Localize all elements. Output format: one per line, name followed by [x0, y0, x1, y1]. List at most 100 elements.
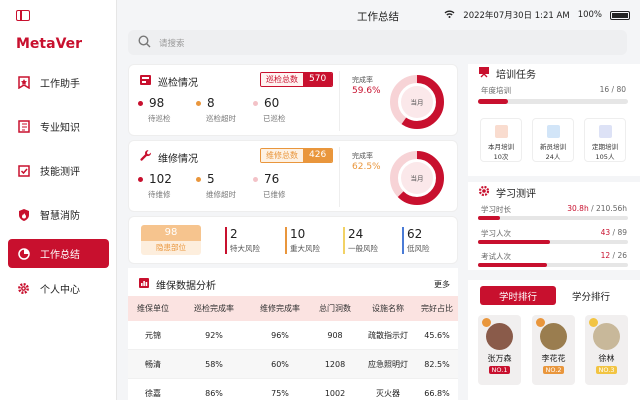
maintenance-stat-overdue: 5 维修超时: [196, 172, 236, 200]
sidebar-item-label: 智慧消防: [40, 211, 80, 222]
study-hours-progress: [478, 216, 628, 220]
sidebar-item-label: 工作助手: [40, 79, 80, 90]
annual-training-progress: [478, 99, 628, 104]
inspection-icon: [139, 73, 152, 89]
risk-extreme: 2 特大风险: [225, 227, 260, 254]
svg-text:当月: 当月: [411, 174, 424, 183]
wrench-icon: [139, 149, 152, 165]
study-count-value: 43 / 89: [600, 228, 627, 237]
tab-study-hours-rank[interactable]: 学时排行: [480, 286, 556, 305]
rank-card-2[interactable]: 李花花 NO.2: [532, 315, 575, 385]
inspection-stat-done: 60 已巡检: [253, 96, 286, 124]
training-board-icon: [478, 66, 490, 81]
sidebar-item-work-summary[interactable]: 工作总结: [8, 239, 109, 268]
search-icon: [138, 34, 151, 51]
more-link[interactable]: 更多: [434, 279, 450, 290]
sidebar: MetaVer 工作助手 专业知识 技能测评 智慧消防 工作总结 个人中心: [0, 0, 117, 400]
training-new-staff[interactable]: 新员培训 24人: [532, 118, 574, 162]
user-icon: [546, 125, 560, 138]
exam-count-value: 12 / 26: [600, 251, 627, 260]
page-title: 工作总结: [357, 11, 399, 23]
analysis-header: 维保数据分析 更多: [128, 268, 458, 296]
analysis-table: 维保单位 巡检完成率 维修完成率 总门洞数 设施名称 完好占比 元锦 92% 9…: [128, 296, 458, 400]
fire-shield-icon: [17, 208, 30, 221]
star-bookmark-icon: [17, 76, 30, 89]
tab-credit-rank[interactable]: 学分排行: [558, 286, 624, 305]
sidebar-item-personal-center[interactable]: 个人中心: [8, 274, 109, 303]
learning-gear-icon: [478, 185, 490, 200]
maintenance-rate-label: 完成率: [352, 152, 373, 160]
training-monthly[interactable]: 本月培训 10次: [480, 118, 522, 162]
sidebar-item-label: 工作总结: [40, 250, 80, 261]
status-bar: 2022年07月30日 1:21 AM 100%: [444, 9, 630, 21]
inspection-rate: 59.6%: [352, 86, 381, 96]
training-title: 培训任务: [496, 70, 536, 81]
medal-icon: [536, 318, 545, 327]
rank-card-1[interactable]: 张万森 NO.1: [478, 315, 521, 385]
battery-icon: [610, 10, 630, 20]
hazard-card: 98 隐患部位 2 特大风险 10 重大风险 24 一般风险 62 低风险: [128, 216, 458, 264]
study-count-label: 学习人次: [481, 229, 511, 238]
risk-low: 62 低风险: [402, 227, 430, 254]
analysis-title: 维保数据分析: [156, 281, 216, 292]
sidebar-item-label: 专业知识: [40, 123, 80, 134]
sidebar-item-smart-fire[interactable]: 智慧消防: [8, 200, 109, 229]
inspection-title: 巡检情况: [139, 73, 198, 89]
maintenance-total-badge: 维修总数 426: [260, 148, 334, 163]
wifi-icon: [444, 10, 455, 21]
sidebar-item-knowledge[interactable]: 专业知识: [8, 112, 109, 141]
medal-icon: [589, 318, 598, 327]
book-icon: [17, 120, 30, 133]
svg-text:当月: 当月: [411, 98, 424, 107]
avatar: [540, 323, 567, 350]
training-card: 培训任务 年度培训 16 / 80 本月培训 10次 新员培训 24人 定期培训…: [468, 64, 640, 176]
search-bar[interactable]: [128, 30, 627, 55]
medal-icon: [482, 318, 491, 327]
inspection-total-badge: 巡检总数 570: [260, 72, 334, 87]
sidebar-item-skill-test[interactable]: 技能测评: [8, 156, 109, 185]
document-icon: [598, 125, 612, 138]
maintenance-card: 维修情况 维修总数 426 102 待维修 5 维修超时 76 已维修 完成率 …: [128, 140, 458, 212]
rank-card-3[interactable]: 徐林 NO.3: [585, 315, 628, 385]
maintenance-title: 维修情况: [139, 149, 198, 165]
study-hours-value: 30.8h / 210.56h: [567, 204, 627, 213]
risk-general: 24 一般风险: [343, 227, 378, 254]
calendar-icon: [494, 125, 508, 138]
status-datetime: 2022年07月30日 1:21 AM: [463, 11, 570, 21]
sidebar-item-label: 技能测评: [40, 167, 80, 178]
table-header: 维保单位 巡检完成率 维修完成率 总门洞数 设施名称 完好占比: [128, 296, 458, 321]
search-input[interactable]: [159, 37, 459, 48]
sidebar-item-work-assistant[interactable]: 工作助手: [8, 68, 109, 97]
hazard-count-box: 98 隐患部位: [141, 225, 201, 255]
inspection-rate-label: 完成率: [352, 76, 373, 84]
learning-title: 学习测评: [496, 189, 536, 200]
pie-chart-icon: [17, 247, 30, 260]
learning-card: 学习测评 学习时长 30.8h / 210.56h 学习人次 43 / 89 考…: [468, 182, 640, 270]
gear-icon: [17, 282, 30, 295]
avatar: [593, 323, 620, 350]
training-items: 本月培训 10次 新员培训 24人 定期培训 105人: [480, 118, 628, 164]
table-row[interactable]: 元锦 92% 96% 908 疏散指示灯 45.6%: [128, 321, 458, 350]
training-periodic[interactable]: 定期培训 105人: [584, 118, 626, 162]
inspection-stat-pending: 98 待巡检: [138, 96, 171, 124]
avatar: [486, 323, 513, 350]
app-logo: MetaVer: [16, 36, 83, 52]
maintenance-stat-pending: 102 待维修: [138, 172, 172, 200]
table-row[interactable]: 畅清 58% 60% 1208 应急照明灯 82.5%: [128, 350, 458, 379]
annual-training-label: 年度培训: [481, 86, 511, 95]
top-bar: 工作总结 2022年07月30日 1:21 AM 100%: [118, 0, 640, 30]
chart-bars-icon: [138, 277, 150, 292]
inspection-stat-overdue: 8 巡检超时: [196, 96, 236, 124]
risk-major: 10 重大风险: [285, 227, 320, 254]
annual-training-value: 16 / 80: [599, 85, 626, 94]
sidebar-toggle-icon[interactable]: [16, 10, 30, 21]
maintenance-rate: 62.5%: [352, 162, 381, 172]
study-hours-label: 学习时长: [481, 205, 511, 214]
battery-percent: 100%: [577, 10, 602, 20]
inspection-card: 巡检情况 巡检总数 570 98 待巡检 8 巡检超时 60 已巡检 完成率 5…: [128, 64, 458, 136]
exam-count-progress: [478, 263, 628, 267]
checklist-icon: [17, 164, 30, 177]
table-row[interactable]: 徐嘉 86% 75% 1002 灭火器 66.8%: [128, 379, 458, 400]
maintenance-stat-done: 76 已维修: [253, 172, 286, 200]
study-count-progress: [478, 240, 628, 244]
